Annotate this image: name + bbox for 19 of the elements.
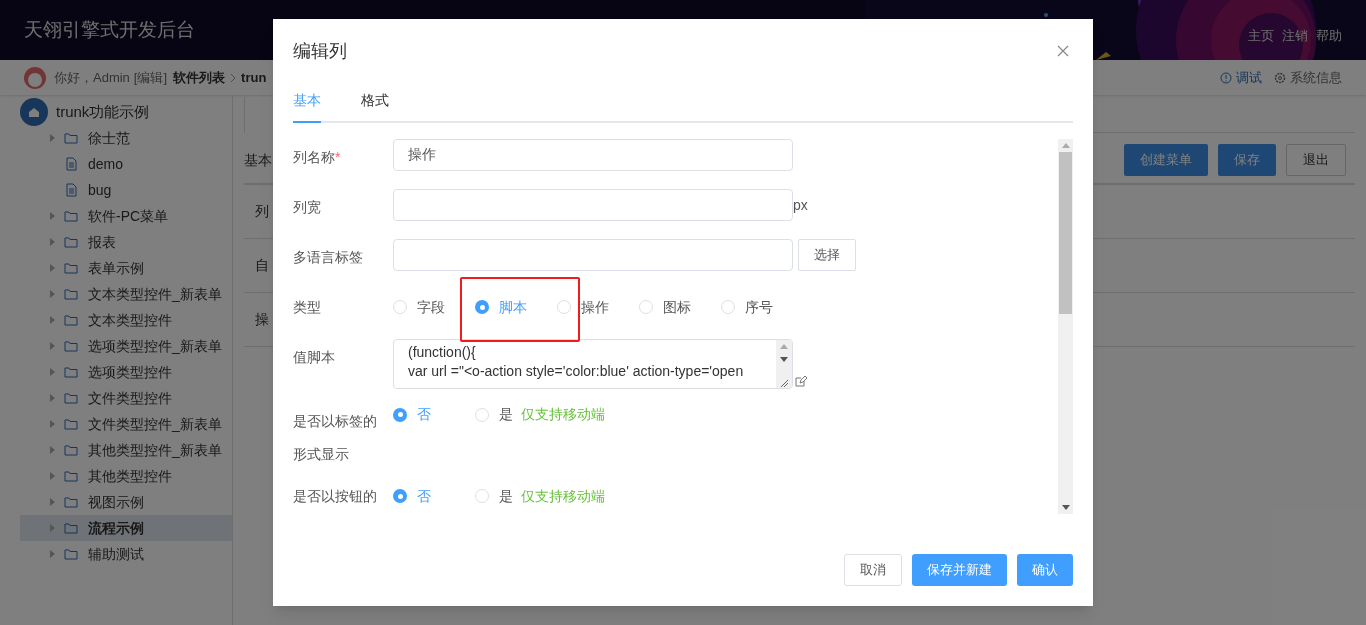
- field-label: 是否以按钮的: [293, 487, 377, 506]
- dialog-title: 编辑列: [293, 39, 347, 63]
- field-label: 列宽: [293, 198, 321, 217]
- code-line: var url ="<o-action style='color:blue' action-type='open: [408, 362, 744, 381]
- note-text: 仅支持移动端: [521, 405, 605, 424]
- unit-label: px: [793, 195, 808, 215]
- row-label: 自: [255, 256, 269, 275]
- app-title: 天翎引擎式开发后台: [24, 17, 195, 42]
- note-text: 仅支持移动端: [521, 486, 605, 506]
- field-label: 是否以标签的形式显示: [293, 411, 378, 464]
- field-label: 列名称*: [293, 148, 341, 167]
- code-line: (function(){: [408, 343, 476, 362]
- field-label: 多语言标签: [293, 248, 363, 267]
- row-label: 操: [255, 310, 269, 329]
- greeting-text: 你好，Admin: [54, 68, 130, 87]
- field-label: 值脚本: [293, 348, 335, 367]
- field-label: 类型: [293, 298, 321, 317]
- section-title: 基本: [244, 150, 272, 170]
- row-label: 列: [255, 202, 269, 221]
